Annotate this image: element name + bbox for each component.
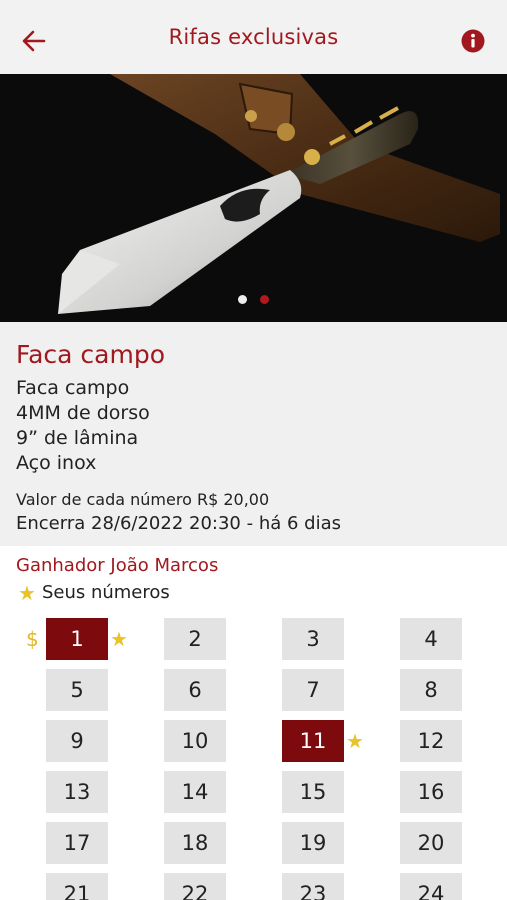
carousel-dots [0,295,507,304]
raffle-number-24[interactable]: 24 [400,873,462,900]
page-title: Rifas exclusivas [168,25,339,49]
star-icon: ★ [110,627,128,651]
raffle-number-20[interactable]: 20 [400,822,462,864]
raffle-number-21[interactable]: 21 [46,873,108,900]
raffle-number-5[interactable]: 5 [46,669,108,711]
raffle-number-17[interactable]: 17 [46,822,108,864]
raffle-number-19[interactable]: 19 [282,822,344,864]
info-icon[interactable] [461,29,485,53]
arrow-left-icon[interactable] [20,27,48,55]
raffle-number-3[interactable]: 3 [282,618,344,660]
number-row: 1 ★ $2 3 4 [0,618,507,669]
raffle-number-1[interactable]: 1 [46,618,108,660]
product-name: Faca campo [16,340,165,369]
number-grid: 1 ★ $2 3 4 5 6 7 8 9 10 11 ★ 12 13 14 15 16 17 18 19 20 21 22 23… [0,618,507,900]
number-row: 21 22 23 24 [0,873,507,900]
raffle-number-9[interactable]: 9 [46,720,108,762]
star-icon: ★ [346,729,364,753]
dollar-icon: $ [26,627,39,651]
product-image-carousel[interactable] [0,74,507,322]
ticket-price: Valor de cada número R$ 20,00 [16,490,270,509]
raffle-number-10[interactable]: 10 [164,720,226,762]
raffle-number-2[interactable]: 2 [164,618,226,660]
description-line: Faca campo [16,377,130,399]
raffle-number-22[interactable]: 22 [164,873,226,900]
number-row: 13 14 15 16 [0,771,507,822]
raffle-number-6[interactable]: 6 [164,669,226,711]
raffle-end-date: Encerra 28/6/2022 20:30 - há 6 dias [16,513,341,534]
number-row: 17 18 19 20 [0,822,507,873]
legend-label: Seus números [41,582,170,603]
number-row: 5 6 7 8 [0,669,507,720]
top-app-bar: Rifas exclusivas [0,0,507,74]
star-icon: ★ [18,580,36,605]
raffle-number-4[interactable]: 4 [400,618,462,660]
product-details: Faca campo Faca campo 4MM de dorso 9” de… [0,322,507,546]
knife-photo [0,74,507,322]
description-line: 9” de lâmina [16,427,139,449]
raffle-number-13[interactable]: 13 [46,771,108,813]
raffle-number-15[interactable]: 15 [282,771,344,813]
raffle-number-14[interactable]: 14 [164,771,226,813]
description-line: 4MM de dorso [16,402,150,424]
carousel-dot-1[interactable] [238,295,247,304]
winner-label: Ganhador João Marcos [16,555,219,576]
raffle-number-7[interactable]: 7 [282,669,344,711]
raffle-number-18[interactable]: 18 [164,822,226,864]
raffle-number-8[interactable]: 8 [400,669,462,711]
legend: ★ Seus números [18,582,170,603]
carousel-dot-2[interactable] [260,295,269,304]
raffle-number-12[interactable]: 12 [400,720,462,762]
number-row: 9 10 11 ★ 12 [0,720,507,771]
raffle-number-23[interactable]: 23 [282,873,344,900]
raffle-number-11[interactable]: 11 [282,720,344,762]
description-line: Aço inox [16,452,97,474]
raffle-number-16[interactable]: 16 [400,771,462,813]
